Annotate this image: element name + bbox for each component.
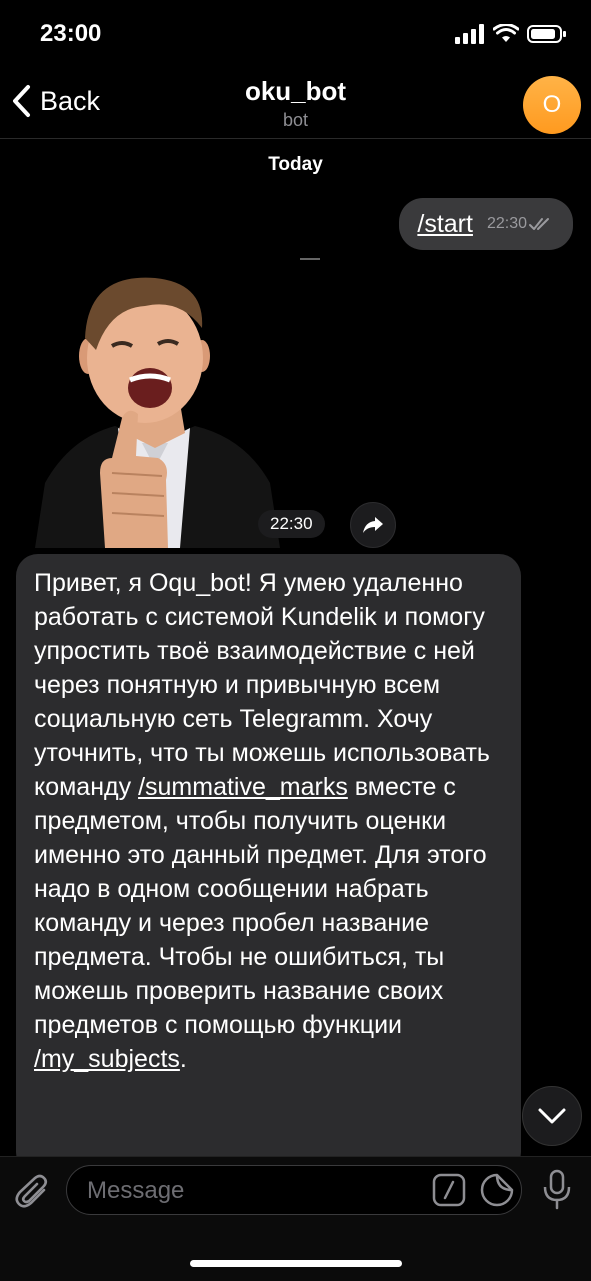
outgoing-message[interactable]: /start 22:30 (399, 198, 573, 250)
command-link-my-subjects[interactable]: /my_subjects (34, 1045, 180, 1073)
message-placeholder: Message (87, 1177, 185, 1204)
message-text-part: . (179, 1045, 187, 1073)
bot-commands-icon[interactable] (432, 1173, 466, 1207)
status-time: 23:00 (40, 20, 102, 47)
message-time: 22:30 (486, 215, 527, 232)
divider (300, 258, 320, 260)
forward-arrow-icon (363, 517, 383, 533)
paperclip-icon[interactable] (14, 1173, 52, 1211)
incoming-message: Привет, я Oqu_bot! Я умею удаленно работ… (16, 554, 521, 1174)
home-indicator[interactable] (190, 1260, 402, 1267)
chat-header: Back oku_bot bot O (0, 70, 591, 139)
message-meta: 22:30 (487, 215, 553, 233)
incoming-message-text: Привет, я Oqu_bot! Я умею удаленно работ… (34, 566, 503, 1076)
chevron-down-icon (538, 1108, 566, 1124)
wifi-icon (493, 24, 519, 42)
command-link-summative-marks[interactable]: /summative_marks (138, 773, 348, 801)
status-icons (455, 24, 567, 44)
message-text-part: вместе с предметом, чтобы получить оценк… (34, 773, 487, 1039)
chat-subtitle: bot (282, 110, 309, 130)
chat-title: oku_bot (244, 76, 347, 106)
double-check-icon (529, 218, 549, 230)
scroll-down-button[interactable] (522, 1086, 582, 1146)
sticker-time: 22:30 (258, 510, 325, 538)
battery-icon (527, 25, 566, 43)
status-bar: 23:00 (0, 0, 591, 70)
share-button[interactable] (350, 502, 396, 548)
sticker-image[interactable] (30, 268, 280, 548)
outgoing-command-link[interactable]: /start (417, 210, 473, 239)
bot-avatar[interactable]: O (523, 76, 581, 134)
date-separator: Today (268, 154, 323, 175)
cellular-signal-icon (455, 24, 484, 44)
message-text-part: Привет, я Oqu_bot! Я умею удаленно работ… (34, 569, 490, 801)
microphone-icon[interactable] (540, 1169, 574, 1211)
sticker-icon[interactable] (480, 1173, 514, 1207)
